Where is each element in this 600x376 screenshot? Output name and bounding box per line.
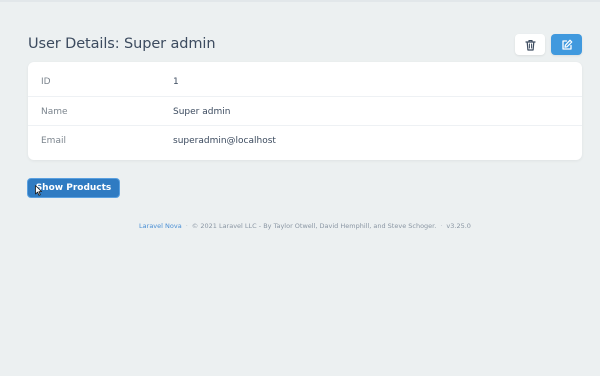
- delete-button[interactable]: [515, 34, 545, 55]
- footer-separator: ·: [185, 222, 188, 230]
- footer: Laravel Nova · © 2021 Laravel LLC - By Tay…: [0, 222, 600, 230]
- detail-label-email: Email: [41, 135, 66, 146]
- footer-version: v3.25.0: [446, 222, 471, 230]
- footer-link-laravel-nova[interactable]: Laravel Nova: [139, 222, 182, 230]
- detail-value-email: superadmin@localhost: [173, 135, 276, 146]
- detail-row-id: ID 1: [28, 67, 582, 96]
- mouse-cursor-icon: [35, 181, 42, 196]
- page-title: User Details: Super admin: [28, 36, 216, 52]
- footer-credits: © 2021 Laravel LLC - By Taylor Otwell, D…: [191, 222, 437, 230]
- detail-label-id: ID: [41, 76, 51, 87]
- footer-separator: ·: [440, 222, 443, 230]
- edit-button[interactable]: [551, 34, 582, 55]
- detail-row-email: Email superadmin@localhost: [28, 125, 582, 155]
- top-edge: [0, 0, 600, 2]
- trash-icon: [524, 39, 536, 51]
- edit-icon: [561, 39, 573, 51]
- detail-value-id: 1: [173, 76, 179, 87]
- detail-value-name: Super admin: [173, 106, 231, 117]
- details-panel: ID 1 Name Super admin Email superadmin@l…: [28, 62, 582, 160]
- detail-label-name: Name: [41, 106, 68, 117]
- detail-row-name: Name Super admin: [28, 96, 582, 126]
